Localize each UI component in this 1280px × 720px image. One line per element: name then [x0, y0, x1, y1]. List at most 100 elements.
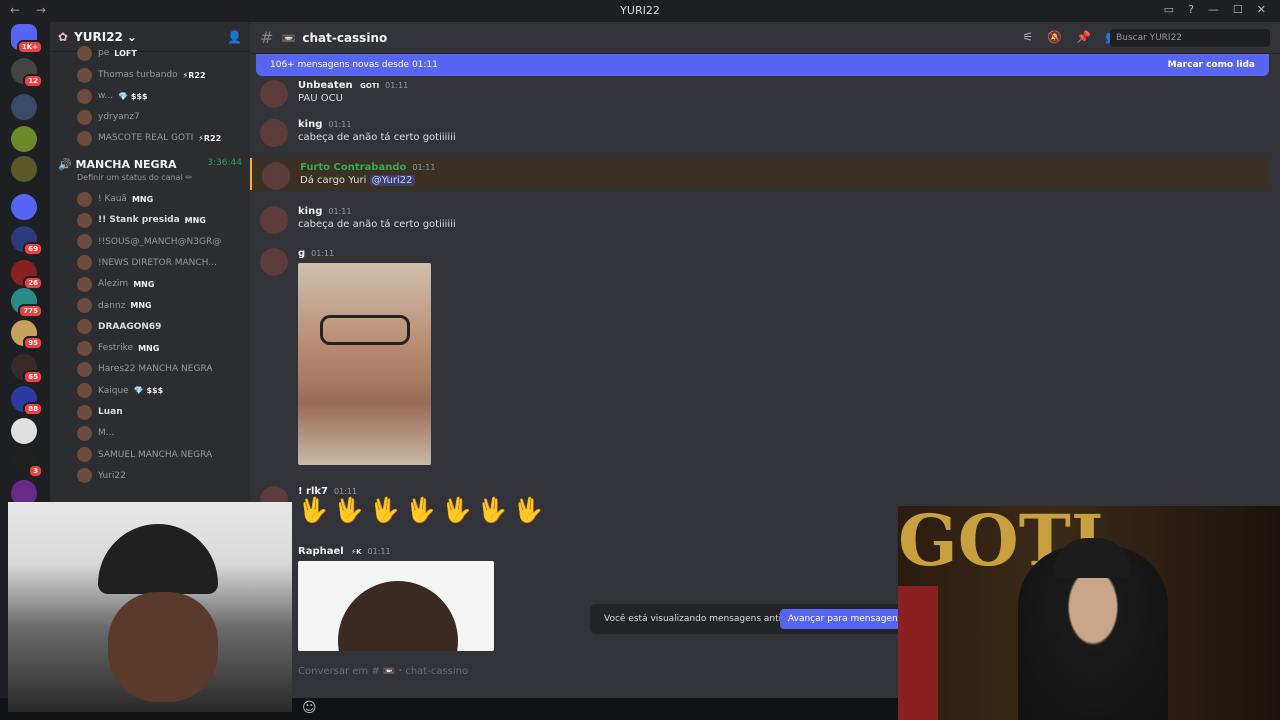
emoji-button-icon[interactable]: ☺: [302, 700, 317, 716]
inbox-icon[interactable]: ▭: [1164, 3, 1174, 16]
author-line: Unbeaten GOTI 01:11: [298, 80, 408, 91]
search-input[interactable]: Buscar YURI22: [1110, 29, 1270, 47]
voice-member[interactable]: Hares22 MANCHA NEGRA: [77, 360, 218, 378]
pin-icon[interactable]: 📌: [1076, 30, 1091, 44]
user-mention[interactable]: @Yuri22: [369, 175, 415, 186]
message-text: 🖖🖖🖖🖖🖖🖖🖖: [298, 496, 549, 524]
server-icon[interactable]: [11, 194, 37, 220]
avatar: [77, 468, 92, 484]
maximize-icon[interactable]: ☐: [1233, 3, 1243, 16]
member-tag: 💎 $$$: [118, 91, 148, 101]
window-controls: ▭ ? — ☐ ✕: [1164, 3, 1266, 16]
image-attachment[interactable]: [298, 561, 494, 651]
server-icon[interactable]: 69: [11, 226, 43, 256]
member-name: !NEWS DIRETOR MANCH...: [98, 257, 217, 268]
author-line: Furto Contrabando 01:11: [300, 162, 435, 173]
voice-member[interactable]: M...: [77, 424, 119, 442]
avatar: [77, 45, 92, 61]
author-name[interactable]: Raphael: [298, 546, 344, 557]
voice-member[interactable]: Kaique 💎 $$$: [77, 382, 163, 400]
unread-badge: 1K+: [16, 40, 43, 54]
channel-name: chat-cassino: [302, 30, 388, 45]
author-avatar[interactable]: [260, 119, 288, 147]
mute-icon[interactable]: 🔕: [1047, 30, 1062, 44]
member-name: SAMUEL MANCHA NEGRA: [98, 449, 213, 460]
server-icon[interactable]: 88: [11, 386, 43, 416]
author-name[interactable]: king: [298, 206, 322, 217]
message[interactable]: Unbeaten GOTI 01:11 PAU OCU: [250, 76, 1269, 112]
author-avatar[interactable]: [260, 80, 288, 108]
chevron-down-icon: ⌄: [126, 29, 137, 44]
voice-member[interactable]: Luan: [77, 403, 128, 421]
timestamp: 01:11: [367, 547, 391, 556]
webcam-overlay-left: [8, 502, 292, 712]
member-name: !!SOUS@_MANCH@N3GR@: [98, 236, 222, 247]
new-messages-bar[interactable]: 106+ mensagens novas desde 01:11 Marcar …: [256, 54, 1269, 76]
server-icon[interactable]: [11, 418, 37, 444]
voice-member[interactable]: Yuri22: [77, 467, 131, 485]
voice-member[interactable]: Thomas turbando ⚡R22: [77, 66, 206, 84]
server-icon[interactable]: [11, 126, 37, 152]
voice-channel[interactable]: 🔊 MANCHA NEGRA 3:36:44 Definir um status d…: [58, 158, 242, 182]
unread-badge: 12: [23, 74, 43, 88]
minimize-icon[interactable]: —: [1208, 3, 1219, 16]
unread-badge: 95: [23, 336, 43, 350]
chair: [898, 586, 938, 720]
server-icon[interactable]: 1K+: [11, 24, 43, 54]
voice-member[interactable]: w... 💎 $$$: [77, 87, 148, 105]
author-name[interactable]: Furto Contrabando: [300, 162, 406, 173]
server-icon[interactable]: [11, 94, 37, 120]
image-attachment[interactable]: [298, 263, 431, 465]
message-content: Dá cargo Yuri: [300, 175, 367, 186]
message[interactable]: king 01:11 cabeça de anão tá certo gotiiii…: [250, 115, 1269, 151]
server-icon[interactable]: 65: [11, 354, 43, 384]
voice-member[interactable]: ydryanz7: [77, 108, 145, 126]
channel-status[interactable]: Definir um status do canal ✏: [77, 173, 242, 182]
member-name: Alezim: [98, 279, 129, 290]
author-name[interactable]: Unbeaten: [298, 80, 353, 91]
author-name[interactable]: g: [298, 248, 305, 259]
member-name: DRAAGON69: [98, 321, 162, 332]
voice-member[interactable]: MASCOTE REAL GOTI ⚡R22: [77, 129, 221, 147]
cap: [98, 524, 218, 594]
help-icon[interactable]: ?: [1188, 3, 1194, 16]
server-icon[interactable]: 3: [11, 448, 43, 478]
voice-member[interactable]: !NEWS DIRETOR MANCH...: [77, 254, 222, 272]
voice-member[interactable]: ! Kauã MNG: [77, 190, 153, 208]
threads-icon[interactable]: ⚟: [1022, 30, 1033, 44]
message[interactable]: Furto Contrabando 01:11 Dá cargo Yuri @Yur…: [250, 158, 1269, 190]
server-icon[interactable]: 775: [11, 288, 43, 318]
voice-member[interactable]: Festrike MNG: [77, 339, 159, 357]
voice-member[interactable]: SAMUEL MANCHA NEGRA: [77, 446, 217, 464]
message-input[interactable]: Conversar em # 📼・chat-cassino: [288, 654, 928, 682]
message[interactable]: king 01:11 cabeça de anão tá certo gotiiii…: [250, 202, 1269, 238]
message-content: 🖖🖖🖖🖖🖖🖖🖖: [298, 496, 550, 524]
voice-member[interactable]: pe LOFT: [77, 44, 137, 62]
add-member-icon[interactable]: 👤: [227, 30, 242, 44]
member-name: MASCOTE REAL GOTI: [98, 133, 194, 143]
new-messages-text: 106+ mensagens novas desde 01:11: [270, 60, 438, 70]
voice-member[interactable]: Alezim MNG: [77, 275, 154, 293]
author-line: Raphael ⚡K 01:11: [298, 546, 391, 557]
voice-member[interactable]: !!SOUS@_MANCH@N3GR@: [77, 233, 226, 251]
close-icon[interactable]: ✕: [1257, 3, 1266, 16]
author-avatar[interactable]: [260, 248, 288, 276]
member-tag: MNG: [184, 215, 206, 225]
voice-member[interactable]: dannz MNG: [77, 297, 152, 315]
voice-member[interactable]: DRAAGON69: [77, 318, 166, 336]
author-line: king 01:11: [298, 119, 351, 130]
mark-read-button[interactable]: Marcar como lida: [1168, 60, 1255, 70]
face: [108, 592, 218, 702]
server-icon[interactable]: 12: [11, 58, 43, 88]
avatar: [77, 67, 92, 83]
author-name[interactable]: king: [298, 119, 322, 130]
server-icon[interactable]: [11, 156, 37, 182]
member-name: Yuri22: [98, 470, 126, 481]
avatar: [77, 234, 92, 250]
author-avatar[interactable]: [262, 162, 290, 190]
voice-member[interactable]: !! Stank presida MNG: [77, 211, 206, 229]
server-icon[interactable]: 26: [11, 260, 43, 290]
server-icon[interactable]: 95: [11, 320, 43, 350]
avatar: [77, 130, 92, 146]
author-avatar[interactable]: [260, 206, 288, 234]
